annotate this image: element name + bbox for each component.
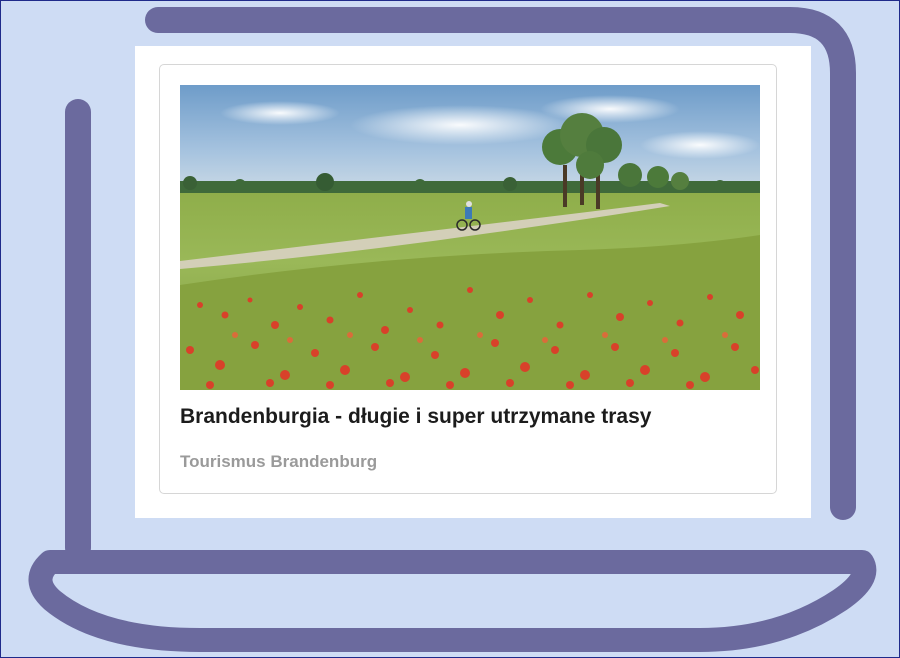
article-card[interactable]: Brandenburgia - długie i super utrzymane… (159, 64, 777, 494)
card-photo[interactable] (180, 85, 760, 390)
card-title[interactable]: Brandenburgia - długie i super utrzymane… (180, 405, 651, 429)
landscape-image (180, 85, 760, 390)
laptop-base (28, 550, 877, 652)
card-source: Tourismus Brandenburg (180, 452, 378, 471)
laptop-screen: Brandenburgia - długie i super utrzymane… (135, 46, 811, 518)
